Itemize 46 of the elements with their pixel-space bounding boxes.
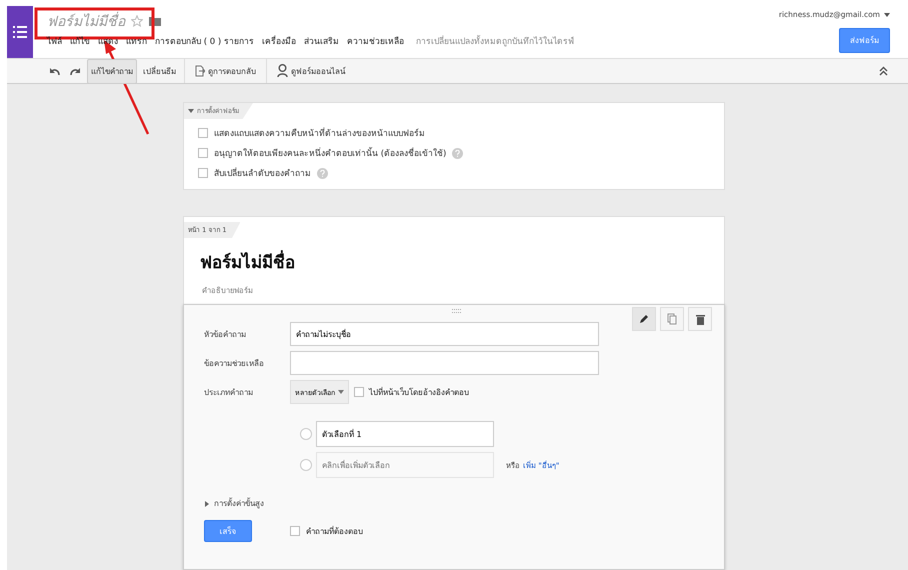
field-label: ข้อความช่วยเหลือ — [204, 358, 265, 370]
view-live-form-button[interactable]: ดูฟอร์มออนไลน์ — [271, 63, 351, 79]
star-icon[interactable] — [131, 15, 143, 27]
advanced-settings-toggle[interactable]: การตั้งค่าขั้นสูง — [204, 497, 264, 510]
option-label: แสดงแถบแสดงความคืบหน้าที่ด้านล่างของหน้าแบบฟอร์ม — [214, 126, 425, 140]
menu-item[interactable]: ความช่วยเหลือ — [346, 34, 404, 48]
checkbox-label: ไปที่หน้าเว็บโดยอ้างอิงคำตอบ — [369, 386, 469, 398]
save-status: การเปลี่ยนแปลงทั้งหมดถูกบันทึกไว้ในไดรฟ์ — [416, 34, 574, 48]
radio-button[interactable] — [300, 428, 312, 440]
checkbox[interactable] — [198, 128, 208, 138]
help-icon[interactable] — [452, 148, 464, 158]
caret-icon — [204, 500, 210, 506]
option-field[interactable]: ตัวเลือกที่ 1 — [316, 421, 494, 447]
field-label: ประเภทคำถาม — [204, 386, 254, 398]
view-responses-button[interactable]: ดูการตอบกลับ — [189, 64, 262, 78]
menu-item[interactable]: การตอบกลับ ( 0 ) รายการ — [155, 34, 254, 48]
menu-item[interactable]: แทรก — [126, 34, 147, 48]
menu-item[interactable]: เครื่องมือ — [262, 34, 296, 48]
toolbar-tab[interactable]: แก้ไขคำถาม — [87, 58, 137, 84]
question-title-field[interactable]: คำถามไม่ระบุชื่อ — [290, 322, 599, 346]
radio-button[interactable] — [300, 459, 312, 471]
field-label: หัวข้อคำถาม — [204, 328, 247, 340]
caret-icon — [338, 390, 344, 394]
collapse-icon[interactable] — [879, 66, 888, 76]
dropdown-arrow-icon[interactable] — [884, 12, 890, 16]
form-title: ฟอร์มไม่มีชื่อ — [184, 238, 724, 275]
checkbox[interactable] — [198, 148, 208, 158]
menu-item[interactable]: ส่วนเสริม — [304, 34, 339, 48]
menu-item[interactable]: แก้ไข — [70, 34, 90, 48]
delete-icon[interactable] — [688, 307, 712, 331]
export-icon — [195, 65, 205, 77]
menu-item[interactable]: ไฟล์ — [47, 34, 62, 48]
checkbox[interactable] — [354, 387, 364, 397]
menu-icon[interactable] — [7, 6, 33, 58]
add-option-field[interactable]: คลิกเพื่อเพิ่มตัวเลือก — [316, 452, 494, 478]
edit-icon[interactable] — [632, 307, 656, 331]
help-text-field[interactable] — [290, 351, 599, 375]
option-label: สับเปลี่ยนลำดับของคำถาม — [214, 166, 311, 180]
toolbar-tab[interactable]: เปลี่ยนธีม — [139, 58, 180, 84]
help-icon[interactable] — [317, 168, 328, 178]
option-label: อนุญาตให้ตอบเพียงคนละหนึ่งคำตอบเท่านั้น (ต้องลงชื่อเข้าใช้) — [214, 146, 446, 160]
checkbox[interactable] — [198, 168, 208, 178]
checkbox-label: คำถามที่ต้องตอบ — [306, 525, 363, 538]
person-icon — [277, 64, 288, 78]
caret-icon — [188, 108, 194, 114]
checkbox[interactable] — [290, 526, 300, 536]
